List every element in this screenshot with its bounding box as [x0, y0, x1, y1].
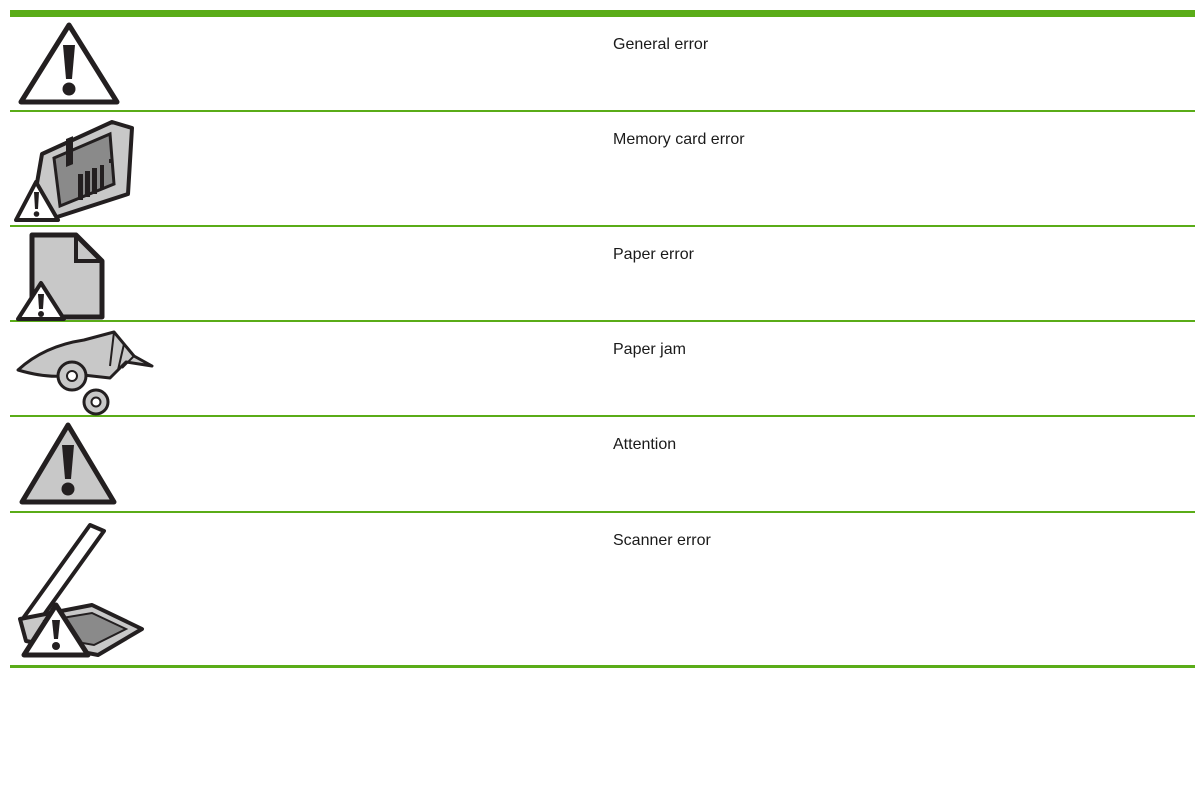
paper-jam-icon: [14, 322, 154, 416]
row-label: Paper error: [613, 246, 694, 263]
table-row: Paper jam: [10, 322, 1195, 417]
top-rule: [10, 10, 1195, 17]
memory-card-error-icon: [14, 112, 154, 225]
row-label: General error: [613, 36, 709, 53]
row-label: Paper jam: [613, 341, 686, 358]
paper-error-icon: [14, 227, 154, 321]
general-error-icon: [14, 17, 154, 110]
attention-icon: [14, 417, 154, 511]
row-label: Scanner error: [613, 532, 711, 549]
table-row: Scanner error: [10, 513, 1195, 668]
row-label: Attention: [613, 436, 677, 453]
table-row: General error: [10, 17, 1195, 112]
table-row: Memory card error: [10, 112, 1195, 227]
table-row: Paper error: [10, 227, 1195, 322]
row-label: Memory card error: [613, 131, 745, 148]
icon-legend-table: General error Memory card error Paper er…: [10, 17, 1195, 668]
table-row: Attention: [10, 417, 1195, 513]
scanner-error-icon: [14, 513, 154, 665]
